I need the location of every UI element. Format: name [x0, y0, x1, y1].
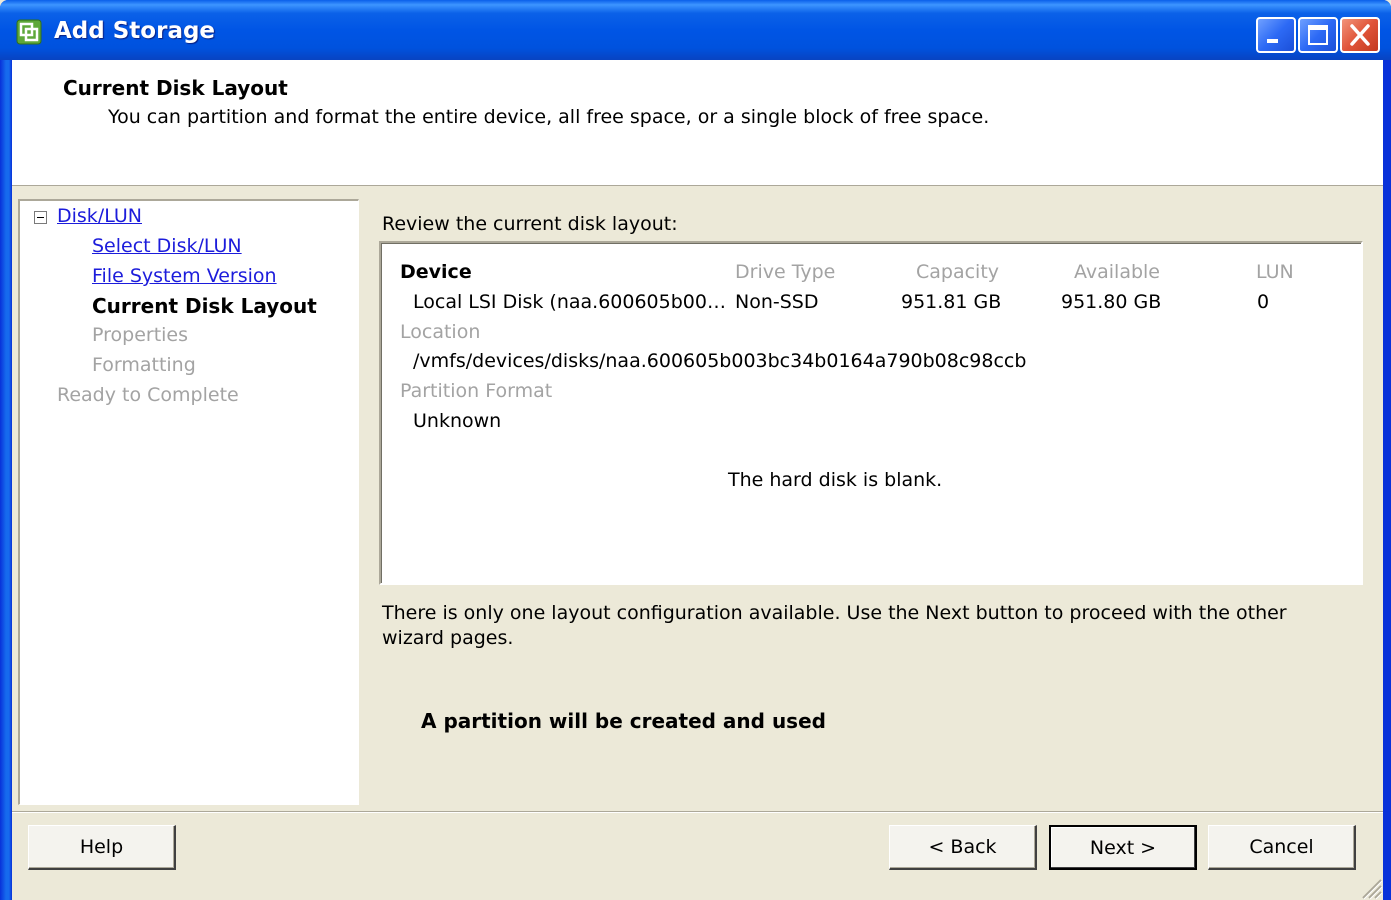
window-title: Add Storage [54, 18, 216, 44]
resize-grip-icon[interactable] [1357, 874, 1383, 900]
help-button[interactable]: Help [28, 825, 176, 870]
title-bar[interactable]: Add Storage [0, 0, 1391, 60]
location-value: /vmfs/devices/disks/naa.600605b003bc34b0… [413, 350, 1027, 372]
next-button[interactable]: Next > [1049, 825, 1197, 870]
available-value: 951.80 GB [1061, 291, 1162, 313]
nav-item-select-disk-lun[interactable]: Select Disk/LUN [92, 235, 242, 257]
device-column-header: Device [400, 261, 472, 283]
review-label: Review the current disk layout: [382, 213, 678, 235]
available-column-header: Available [1074, 261, 1161, 283]
nav-item-current-disk-layout: Current Disk Layout [92, 294, 317, 318]
vsphere-app-icon [16, 19, 42, 45]
minimize-button[interactable] [1256, 17, 1296, 53]
drive-type-value: Non-SSD [735, 291, 819, 313]
button-separator [12, 811, 1383, 813]
lun-value: 0 [1257, 291, 1270, 313]
lun-column-header: LUN [1256, 261, 1294, 283]
cancel-button[interactable]: Cancel [1208, 825, 1356, 870]
minimize-icon [1267, 39, 1278, 43]
device-name-value: Local LSI Disk (naa.600605b00… [413, 291, 726, 313]
capacity-column-header: Capacity [916, 261, 1000, 283]
partition-format-value: Unknown [413, 410, 502, 432]
wizard-header: Current Disk Layout You can partition an… [12, 60, 1383, 186]
disk-layout-panel: Device Drive Type Capacity Available LUN… [379, 241, 1363, 585]
close-button[interactable] [1340, 17, 1380, 53]
nav-item-properties: Properties [92, 324, 189, 346]
location-label: Location [400, 321, 481, 343]
wizard-client-area: Current Disk Layout You can partition an… [12, 60, 1383, 900]
partition-format-label: Partition Format [400, 380, 553, 402]
blank-disk-message: The hard disk is blank. [728, 469, 943, 491]
close-icon [1350, 24, 1370, 46]
page-title: Current Disk Layout [63, 76, 288, 100]
wizard-steps-panel: Disk/LUN Select Disk/LUN File System Ver… [18, 199, 359, 805]
maximize-button[interactable] [1298, 17, 1338, 53]
nav-item-ready-to-complete: Ready to Complete [57, 384, 239, 406]
nav-item-formatting: Formatting [92, 354, 196, 376]
layout-info-text: There is only one layout configuration a… [382, 602, 1287, 649]
maximize-icon [1308, 25, 1328, 45]
nav-item-file-system-version[interactable]: File System Version [92, 265, 277, 287]
drive-type-column-header: Drive Type [735, 261, 836, 283]
back-button[interactable]: < Back [889, 825, 1037, 870]
collapse-tree-icon[interactable] [34, 211, 47, 224]
nav-item-disk-lun[interactable]: Disk/LUN [57, 205, 142, 227]
page-subtitle: You can partition and format the entire … [108, 106, 990, 128]
add-storage-window: Add Storage Current Disk Layout You can … [0, 0, 1391, 900]
partition-note: A partition will be created and used [421, 709, 826, 733]
capacity-value: 951.81 GB [901, 291, 1002, 313]
